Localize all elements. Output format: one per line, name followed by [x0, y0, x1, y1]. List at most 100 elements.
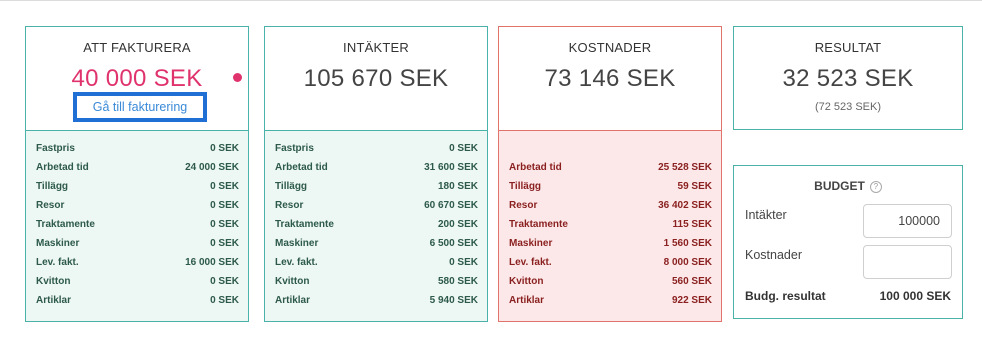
breakdown-row: Traktamente 200 SEK [275, 215, 478, 234]
go-to-invoicing-button[interactable]: Gå till fakturering [73, 92, 207, 122]
breakdown-row: Fastpris 0 SEK [275, 139, 478, 158]
row-value: 0 SEK [449, 143, 478, 154]
row-label: Maskiner [36, 238, 80, 249]
row-label: Resor [36, 200, 65, 211]
breakdown-row: Tillägg 59 SEK [509, 177, 712, 196]
row-label: Artiklar [275, 295, 311, 306]
kostnader-title: KOSTNADER [568, 40, 652, 55]
row-label: Resor [509, 200, 538, 211]
breakdown-row: Lev. fakt. 16 000 SEK [36, 253, 239, 272]
intakter-title: INTÄKTER [343, 40, 409, 55]
row-value: 1 560 SEK [663, 238, 712, 249]
breakdown-row: Kvitton 560 SEK [509, 272, 712, 291]
budget-kostnader-label: Kostnader [745, 248, 802, 262]
row-value: 0 SEK [449, 257, 478, 268]
intakter-value: 105 670 SEK [303, 65, 449, 92]
breakdown-row: Tillägg 0 SEK [36, 177, 239, 196]
row-label: Tillägg [509, 181, 542, 192]
breakdown-row: Arbetad tid 25 528 SEK [509, 158, 712, 177]
row-value: 0 SEK [210, 143, 239, 154]
row-value: 0 SEK [210, 200, 239, 211]
budget-intakter-label: Intäkter [745, 208, 787, 222]
row-label: Kvitton [275, 276, 310, 287]
breakdown-row: Artiklar 5 940 SEK [275, 291, 478, 310]
row-label: Kvitton [36, 276, 71, 287]
breakdown-row: Kvitton 0 SEK [36, 272, 239, 291]
breakdown-row: Artiklar 0 SEK [36, 291, 239, 310]
row-value: 0 SEK [210, 276, 239, 287]
budget-intakter-input[interactable] [863, 204, 952, 238]
row-value: 6 500 SEK [429, 238, 478, 249]
breakdown-row: Traktamente 0 SEK [36, 215, 239, 234]
breakdown-row: Resor 0 SEK [36, 196, 239, 215]
row-value: 180 SEK [437, 181, 478, 192]
breakdown-row: Arbetad tid 24 000 SEK [36, 158, 239, 177]
resultat-card: RESULTAT 32 523 SEK (72 523 SEK) [733, 26, 963, 130]
kostnader-card: KOSTNADER 73 146 SEK Arbetad tid 25 528 S… [498, 26, 722, 322]
row-label: Kvitton [509, 276, 544, 287]
breakdown-row: Maskiner 6 500 SEK [275, 234, 478, 253]
row-label: Tillägg [275, 181, 308, 192]
breakdown-row: Tillägg 180 SEK [275, 177, 478, 196]
att-fakturera-title: ATT FAKTURERA [83, 40, 191, 55]
row-value: 24 000 SEK [185, 162, 239, 173]
top-divider [0, 0, 982, 1]
row-label: Artiklar [509, 295, 545, 306]
row-label: Tillägg [36, 181, 69, 192]
breakdown-row: Kvitton 580 SEK [275, 272, 478, 291]
row-value: 0 SEK [210, 238, 239, 249]
row-label: Fastpris [36, 143, 75, 154]
row-label: Maskiner [509, 238, 553, 249]
breakdown-row: Resor 60 670 SEK [275, 196, 478, 215]
row-value: 60 670 SEK [424, 200, 478, 211]
intakter-card: INTÄKTER 105 670 SEK Fastpris 0 SEK Arbet… [264, 26, 488, 322]
row-value: 59 SEK [677, 181, 712, 192]
row-label: Traktamente [509, 219, 568, 230]
row-value: 8 000 SEK [663, 257, 712, 268]
breakdown-row: Artiklar 922 SEK [509, 291, 712, 310]
budget-result-value: 100 000 SEK [879, 289, 951, 303]
resultat-title: RESULTAT [814, 40, 882, 55]
row-label: Arbetad tid [36, 162, 89, 173]
row-value: 36 402 SEK [658, 200, 712, 211]
row-value: 200 SEK [437, 219, 478, 230]
resultat-subvalue: (72 523 SEK) [814, 101, 882, 113]
row-value: 0 SEK [210, 295, 239, 306]
kostnader-value: 73 146 SEK [544, 65, 676, 92]
intakter-breakdown: Fastpris 0 SEK Arbetad tid 31 600 SEK Till… [265, 131, 487, 321]
row-value: 25 528 SEK [658, 162, 712, 173]
row-label: Lev. fakt. [275, 257, 318, 268]
att-fakturera-card: ATT FAKTURERA 40 000 SEK Gå till fakture… [25, 26, 249, 322]
row-label: Fastpris [275, 143, 314, 154]
row-value: 560 SEK [671, 276, 712, 287]
row-value: 0 SEK [210, 181, 239, 192]
row-label: Lev. fakt. [36, 257, 79, 268]
intakter-header: INTÄKTER 105 670 SEK [265, 27, 487, 131]
help-icon[interactable]: ? [869, 181, 882, 193]
row-value: 16 000 SEK [185, 257, 239, 268]
row-value: 31 600 SEK [424, 162, 478, 173]
row-label: Resor [275, 200, 304, 211]
status-dot-icon [233, 73, 242, 82]
row-label: Arbetad tid [275, 162, 328, 173]
row-label: Traktamente [275, 219, 334, 230]
row-value: 922 SEK [671, 295, 712, 306]
row-label: Artiklar [36, 295, 72, 306]
row-value: 580 SEK [437, 276, 478, 287]
row-value: 0 SEK [210, 219, 239, 230]
breakdown-row: Maskiner 0 SEK [36, 234, 239, 253]
breakdown-row: Arbetad tid 31 600 SEK [275, 158, 478, 177]
budget-kostnader-input[interactable] [863, 245, 952, 279]
breakdown-row: Maskiner 1 560 SEK [509, 234, 712, 253]
att-fakturera-value: 40 000 SEK [71, 65, 203, 92]
breakdown-row: Lev. fakt. 0 SEK [275, 253, 478, 272]
budget-header: BUDGET? [734, 166, 962, 193]
breakdown-row: Lev. fakt. 8 000 SEK [509, 253, 712, 272]
row-label: Lev. fakt. [509, 257, 552, 268]
budget-title: BUDGET [814, 179, 865, 193]
row-label: Maskiner [275, 238, 319, 249]
row-value: 5 940 SEK [429, 295, 478, 306]
breakdown-row: Fastpris 0 SEK [36, 139, 239, 158]
breakdown-row: Traktamente 115 SEK [509, 215, 712, 234]
att-fakturera-breakdown: Fastpris 0 SEK Arbetad tid 24 000 SEK Till… [26, 131, 248, 321]
